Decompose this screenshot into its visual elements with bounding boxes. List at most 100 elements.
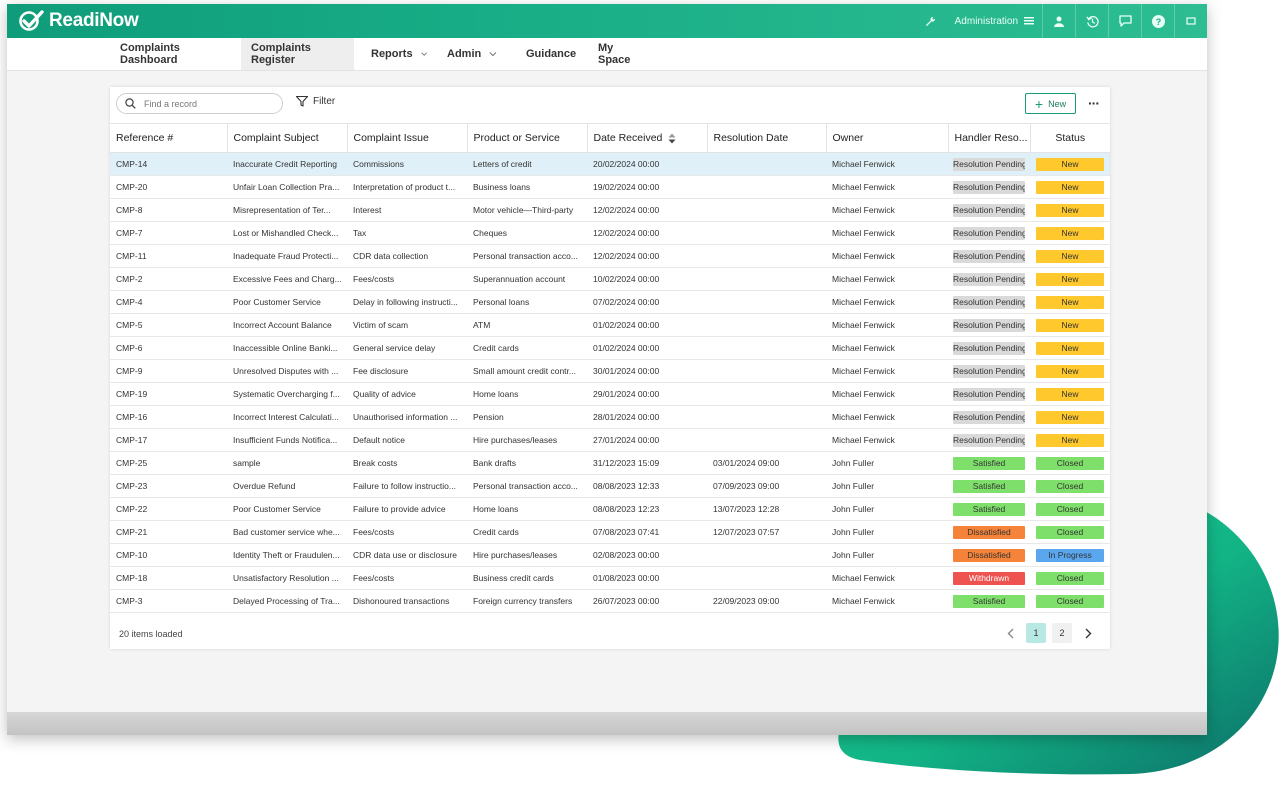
handler-resolution-cell: Resolution Pending [948, 405, 1030, 429]
fullscreen-icon[interactable] [1175, 4, 1207, 38]
chat-icon[interactable] [1109, 4, 1141, 38]
help-icon[interactable]: ? [1142, 4, 1174, 38]
table-cell: CMP-10 [110, 543, 227, 567]
column-header[interactable]: Status [1030, 123, 1110, 153]
nav-admin[interactable]: Admin [437, 38, 507, 70]
table-body: CMP-14 Inaccurate Credit Reporting Commiss… [110, 152, 1110, 613]
handler-resolution-cell: Resolution Pending [948, 267, 1030, 291]
table-cell: Bad customer service whe... [227, 520, 347, 544]
table-cell: Fees/costs [347, 520, 467, 544]
column-header[interactable]: Complaint Issue [347, 123, 468, 153]
table-cell: Unresolved Disputes with ... [227, 359, 347, 383]
history-icon[interactable] [1076, 4, 1108, 38]
table-row[interactable]: CMP-11 Inadequate Fraud Protecti... CDR da… [110, 244, 1110, 268]
table-cell [707, 152, 826, 176]
handler-resolution-badge: Resolution Pending [953, 295, 1025, 309]
table-row[interactable]: CMP-9 Unresolved Disputes with ... Fee dis… [110, 359, 1110, 383]
nav-guidance[interactable]: Guidance [516, 38, 586, 70]
nav-complaints-dashboard[interactable]: Complaints Dashboard [110, 38, 241, 70]
table-cell: Incorrect Account Balance [227, 313, 347, 337]
table-cell: CMP-8 [110, 198, 227, 222]
table-cell: Unauthorised information ... [347, 405, 467, 429]
table-cell [707, 175, 826, 199]
readinow-logo[interactable]: ReadiNow [19, 10, 139, 32]
table-row[interactable]: CMP-6 Inaccessible Online Banki... General… [110, 336, 1110, 360]
administration-menu[interactable]: Administration [947, 4, 1042, 38]
table-row[interactable]: CMP-25 sample Break costs Bank drafts 31/12/… [110, 451, 1110, 475]
column-header[interactable]: Product or Service [467, 123, 588, 153]
nav-my-space[interactable]: My Space [588, 38, 654, 70]
status-cell: New [1030, 290, 1110, 314]
table-row[interactable]: CMP-4 Poor Customer Service Delay in follo… [110, 290, 1110, 314]
table-cell: Failure to follow instructio... [347, 474, 467, 498]
table-row[interactable]: CMP-2 Excessive Fees and Charg... Fees/cos… [110, 267, 1110, 291]
table-row[interactable]: CMP-23 Overdue Refund Failure to follow in… [110, 474, 1110, 498]
table-row[interactable]: CMP-5 Incorrect Account Balance Victim of … [110, 313, 1110, 337]
table-cell: Personal loans [467, 290, 587, 314]
table-cell: Credit cards [467, 520, 587, 544]
table-cell: 30/01/2024 00:00 [587, 359, 707, 383]
search-input[interactable] [142, 97, 276, 110]
table-cell: Quality of advice [347, 382, 467, 406]
page-1-button[interactable]: 1 [1026, 623, 1046, 643]
page-number: 1 [1033, 628, 1039, 638]
handler-resolution-badge: Resolution Pending [953, 203, 1025, 217]
table-cell: Michael Fenwick [826, 336, 948, 360]
table-row[interactable]: CMP-16 Incorrect Interest Calculati... Una… [110, 405, 1110, 429]
table-cell: Michael Fenwick [826, 428, 948, 452]
sort-icon[interactable] [668, 133, 676, 144]
status-cell: New [1030, 428, 1110, 452]
filter-button[interactable]: Filter [296, 96, 335, 107]
table-row[interactable]: CMP-19 Systematic Overcharging f... Qualit… [110, 382, 1110, 406]
handler-resolution-badge: Resolution Pending [953, 272, 1025, 286]
wrench-icon[interactable] [915, 4, 947, 38]
status-badge: Closed [1036, 502, 1104, 516]
table-row[interactable]: CMP-8 Misrepresentation of Ter... Interest… [110, 198, 1110, 222]
column-header[interactable]: Owner [826, 123, 949, 153]
column-header[interactable]: Date Received [587, 123, 708, 153]
table-cell [707, 290, 826, 314]
table-cell: Pension [467, 405, 587, 429]
next-page-button[interactable] [1078, 623, 1098, 643]
status-badge: New [1036, 387, 1104, 401]
handler-resolution-badge: Dissatisfied [953, 548, 1025, 562]
table-cell: 12/02/2024 00:00 [587, 244, 707, 268]
table-cell: Commissions [347, 152, 467, 176]
nav-reports[interactable]: Reports [361, 38, 437, 70]
table-cell: Overdue Refund [227, 474, 347, 498]
more-options-button[interactable]: ··· [1088, 95, 1100, 111]
table-row[interactable]: CMP-22 Poor Customer Service Failure to pr… [110, 497, 1110, 521]
table-row[interactable]: CMP-10 Identity Theft or Fraudulen... CDR … [110, 543, 1110, 567]
table-row[interactable]: CMP-14 Inaccurate Credit Reporting Commiss… [110, 152, 1110, 176]
column-header[interactable]: Reference # [110, 123, 228, 153]
table-cell: Incorrect Interest Calculati... [227, 405, 347, 429]
table-row[interactable]: CMP-17 Insufficient Funds Notifica... Defa… [110, 428, 1110, 452]
table-cell: Insufficient Funds Notifica... [227, 428, 347, 452]
column-header[interactable]: Handler Reso... [948, 123, 1031, 153]
table-cell: Michael Fenwick [826, 152, 948, 176]
search-box[interactable] [116, 93, 283, 114]
table-row[interactable]: CMP-20 Unfair Loan Collection Pra... Inter… [110, 175, 1110, 199]
new-record-button[interactable]: + New [1025, 93, 1076, 114]
status-badge: New [1036, 272, 1104, 286]
table-cell: CMP-18 [110, 566, 227, 590]
nav-complaints-register[interactable]: Complaints Register [241, 38, 354, 70]
hamburger-icon [1024, 17, 1034, 25]
table-row[interactable]: CMP-18 Unsatisfactory Resolution ... Fees/… [110, 566, 1110, 590]
user-icon[interactable] [1043, 4, 1075, 38]
table-cell: Fees/costs [347, 566, 467, 590]
page-2-button[interactable]: 2 [1052, 623, 1072, 643]
column-header[interactable]: Resolution Date [707, 123, 827, 153]
prev-page-button[interactable] [1000, 623, 1020, 643]
table-cell [707, 405, 826, 429]
status-cell: Closed [1030, 474, 1110, 498]
handler-resolution-badge: Dissatisfied [953, 525, 1025, 539]
column-header[interactable]: Complaint Subject [227, 123, 348, 153]
table-cell: Superannuation account [467, 267, 587, 291]
table-row[interactable]: CMP-7 Lost or Mishandled Check... Tax Chequ… [110, 221, 1110, 245]
table-row[interactable]: CMP-21 Bad customer service whe... Fees/co… [110, 520, 1110, 544]
status-badge: New [1036, 203, 1104, 217]
table-cell [707, 198, 826, 222]
table-cell: General service delay [347, 336, 467, 360]
table-row[interactable]: CMP-3 Delayed Processing of Tra... Dishono… [110, 589, 1110, 613]
